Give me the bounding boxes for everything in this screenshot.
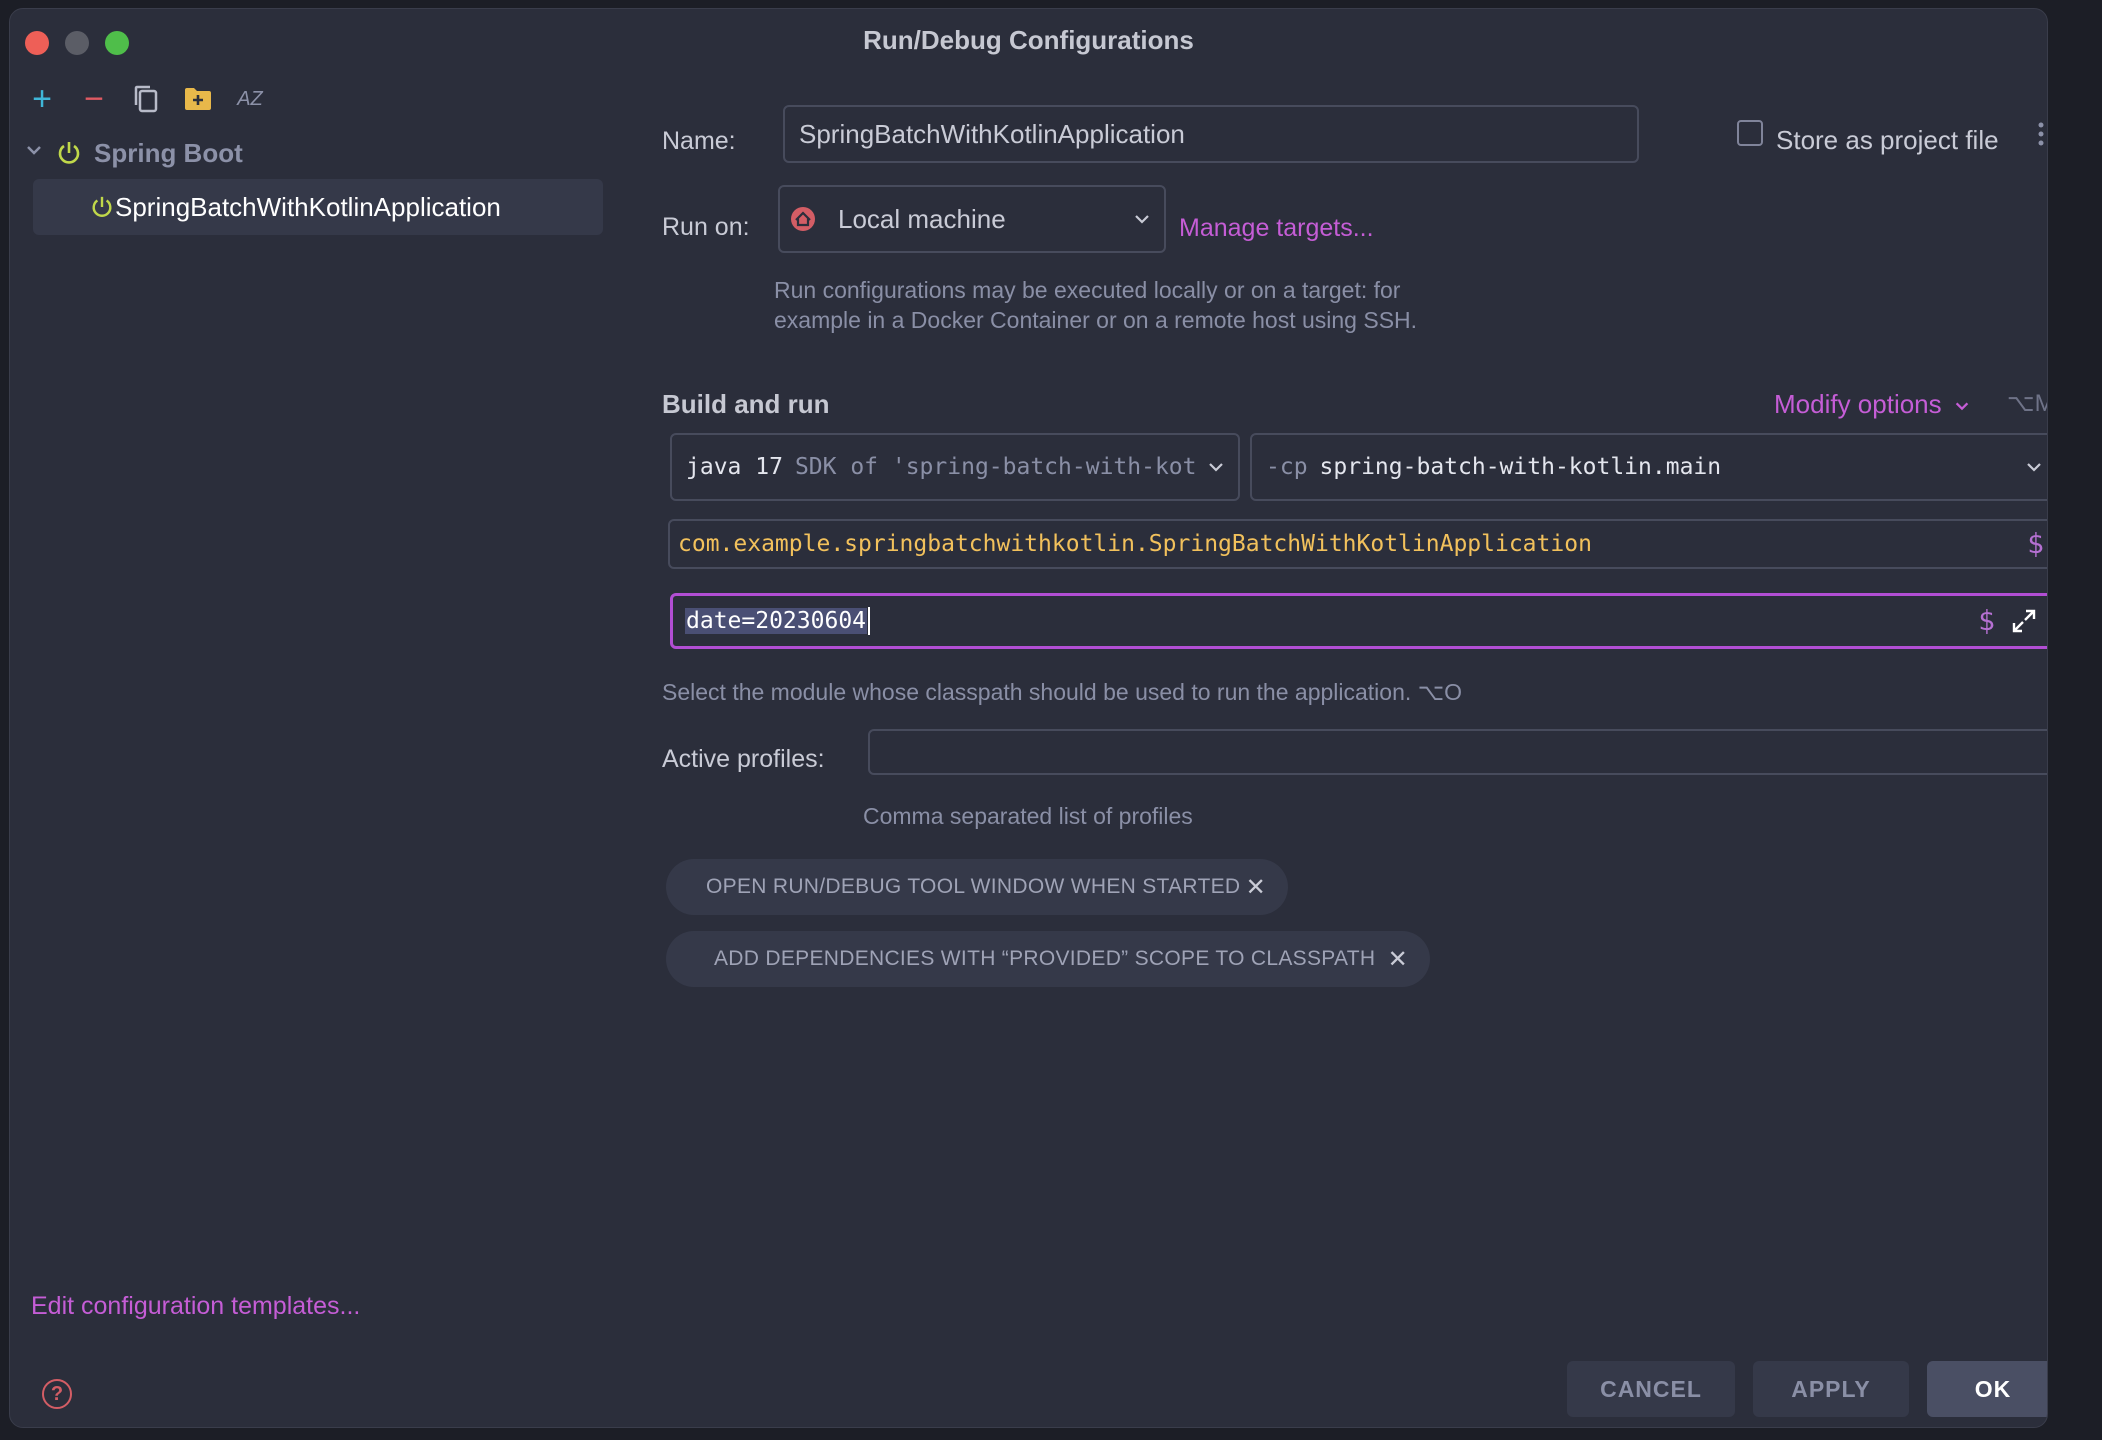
manage-targets-link[interactable]: Manage targets... <box>1179 214 1374 243</box>
config-toolbar: + − AZ <box>24 81 268 117</box>
name-input-value: SpringBatchWithKotlinApplication <box>799 118 1185 149</box>
chevron-down-icon <box>2027 463 2041 472</box>
run-debug-dialog: Run/Debug Configurations + − AZ Spring B… <box>9 8 2048 1428</box>
folder-add-icon <box>185 88 211 110</box>
modify-options-label: Modify options <box>1774 389 1942 419</box>
run-on-select[interactable]: Local machine <box>778 185 1166 253</box>
option-chip-provided-scope: ADD DEPENDENCIES WITH “PROVIDED” SCOPE T… <box>666 931 1430 987</box>
remove-config-button[interactable]: − <box>76 81 112 117</box>
modify-options-link[interactable]: Modify options <box>1774 389 1971 420</box>
classpath-module-select[interactable]: -cp spring-batch-with-kotlin.main <box>1250 433 2047 501</box>
active-profiles-input[interactable] <box>868 729 2047 775</box>
help-icon: ? <box>50 1382 64 1405</box>
ok-button[interactable]: OK <box>1927 1361 2047 1417</box>
plus-icon: + <box>32 80 52 118</box>
more-options-button[interactable] <box>2036 120 2046 150</box>
sort-configs-button[interactable]: AZ <box>232 81 268 117</box>
power-icon <box>87 192 117 222</box>
chevron-down-icon <box>1955 402 1969 411</box>
chevron-down-icon <box>1135 215 1149 224</box>
program-arguments-value: date=20230604 <box>685 608 868 634</box>
add-config-button[interactable]: + <box>24 81 60 117</box>
tree-group-label: Spring Boot <box>94 137 243 168</box>
run-on-hint-line-1: Run configurations may be executed local… <box>774 277 1401 303</box>
jdk-version: java 17 <box>686 454 783 480</box>
name-input[interactable]: SpringBatchWithKotlinApplication <box>783 105 1639 163</box>
more-vertical-icon <box>2038 122 2044 146</box>
build-and-run-heading: Build and run <box>662 389 830 419</box>
option-chip-label: OPEN RUN/DEBUG TOOL WINDOW WHEN STARTED <box>706 875 1241 898</box>
run-on-label: Run on: <box>662 213 750 241</box>
tree-group-spring-boot[interactable]: Spring Boot <box>24 133 243 173</box>
expand-icon[interactable] <box>2011 608 2037 634</box>
chevron-down-icon <box>1209 463 1223 472</box>
active-profiles-label: Active profiles: <box>662 745 825 773</box>
edit-templates-link[interactable]: Edit configuration templates... <box>31 1292 360 1321</box>
new-folder-button[interactable] <box>180 81 216 117</box>
classpath-prefix: -cp <box>1266 454 1308 480</box>
apply-button[interactable]: APPLY <box>1753 1361 1909 1417</box>
close-icon[interactable]: ✕ <box>1388 945 1408 974</box>
option-chip-open-tool-window: OPEN RUN/DEBUG TOOL WINDOW WHEN STARTED … <box>666 859 1288 915</box>
run-on-hint-line-2: example in a Docker Container or on a re… <box>774 307 1418 333</box>
copy-icon <box>134 85 158 113</box>
run-on-value: Local machine <box>838 203 1006 234</box>
modify-options-shortcut: ⌥M <box>2007 390 2047 417</box>
insert-macro-icon[interactable]: $ <box>1978 604 1995 637</box>
text-cursor <box>868 607 871 635</box>
name-label: Name: <box>662 127 736 155</box>
module-hint: Select the module whose classpath should… <box>662 679 1463 705</box>
dialog-title: Run/Debug Configurations <box>863 25 1194 55</box>
minus-icon: − <box>84 80 104 118</box>
store-as-project-label: Store as project file <box>1776 125 1999 155</box>
copy-config-button[interactable] <box>128 81 164 117</box>
jdk-description: SDK of 'spring-batch-with-kotlin <box>794 454 1195 480</box>
chevron-down-icon <box>24 140 54 166</box>
home-target-icon <box>791 207 815 231</box>
help-button[interactable]: ? <box>42 1379 72 1409</box>
insert-macro-icon[interactable]: $ <box>2027 527 2044 560</box>
classpath-module-value: spring-batch-with-kotlin.main <box>1319 454 1722 480</box>
main-class-input[interactable]: com.example.springbatchwithkotlin.Spring… <box>668 519 2047 569</box>
tree-item-config[interactable]: SpringBatchWithKotlinApplication <box>33 179 603 235</box>
titlebar: Run/Debug Configurations <box>10 9 2047 59</box>
tree-item-label: SpringBatchWithKotlinApplication <box>115 191 501 222</box>
main-class-value: com.example.springbatchwithkotlin.Spring… <box>678 531 1592 557</box>
sort-alpha-icon: AZ <box>237 88 263 110</box>
program-arguments-input[interactable]: date=20230604 $ <box>670 593 2047 649</box>
cancel-button[interactable]: CANCEL <box>1567 1361 1735 1417</box>
close-icon[interactable]: ✕ <box>1246 873 1266 902</box>
store-as-project-checkbox[interactable] <box>1737 120 1763 146</box>
active-profiles-hint: Comma separated list of profiles <box>863 803 1193 829</box>
power-icon <box>54 138 84 168</box>
jdk-select[interactable]: java 17 SDK of 'spring-batch-with-kotlin <box>670 433 1240 501</box>
option-chip-label: ADD DEPENDENCIES WITH “PROVIDED” SCOPE T… <box>714 947 1376 970</box>
